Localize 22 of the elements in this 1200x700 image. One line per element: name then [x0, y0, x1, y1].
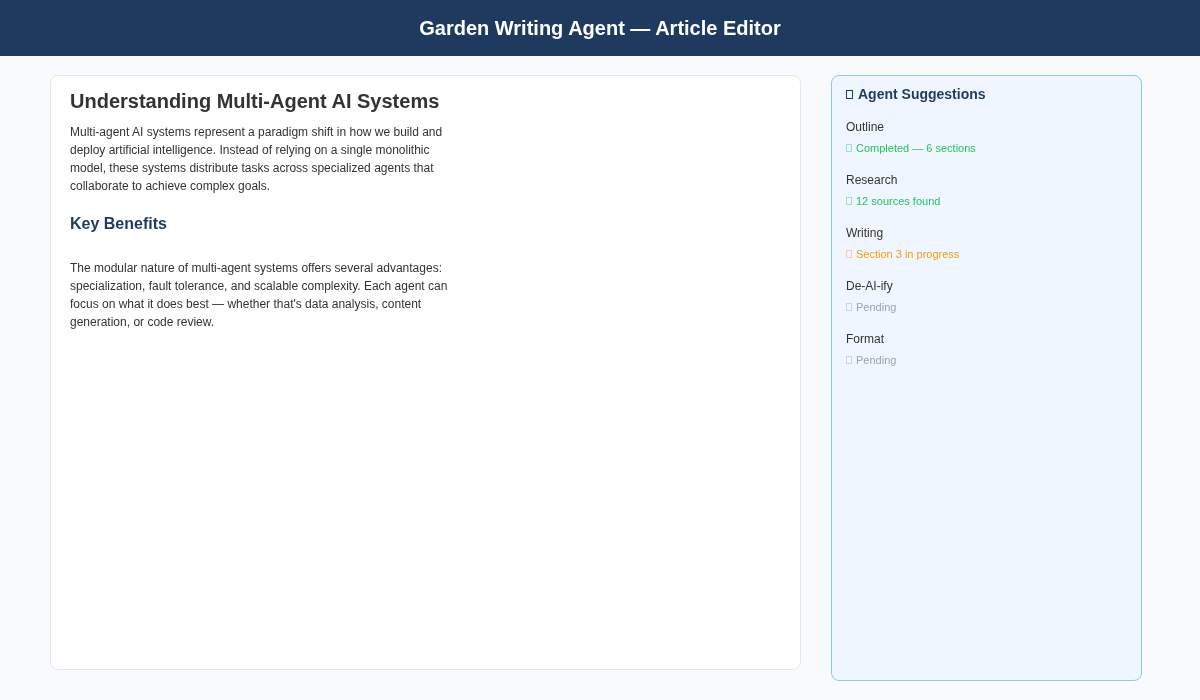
section-heading: Key Benefits [70, 215, 168, 233]
placeholder-glyph-icon [846, 197, 852, 205]
agent-status: Pending [856, 354, 897, 366]
article-paragraph: The modular nature of multi-agent systems offers several advantages: specialization, fault tolerance, and scalable complexity. Each agent can focus on what it does best — whether that's data analysis, content generation, or code review. [70, 260, 449, 331]
agent-status: Pending [856, 301, 897, 313]
agent-name: De-AI-ify [846, 279, 894, 293]
app-title: Garden Writing Agent — Article Editor [419, 16, 781, 40]
panel-title: Agent Suggestions [858, 86, 986, 102]
agent-status: 12 sources found [856, 195, 941, 207]
placeholder-glyph-icon [846, 250, 852, 258]
article-paragraph: Multi-agent AI systems represent a paradigm shift in how we build and deploy artificial intelligence. Instead of relying on a single monolithic model, these systems distribute tasks across specialized agents that collaborate to achieve complex goals. [70, 124, 444, 195]
agent-name: Format [846, 332, 885, 346]
placeholder-glyph-icon [846, 303, 852, 311]
agent-status: Section 3 in progress [856, 248, 960, 260]
agent-name: Writing [846, 226, 885, 240]
agent-name: Research [846, 173, 899, 187]
agent-status: Completed — 6 sections [856, 142, 976, 154]
agent-name: Outline [846, 120, 886, 134]
placeholder-glyph-icon [846, 144, 852, 152]
article-title: Understanding Multi-Agent AI Systems [70, 90, 441, 113]
placeholder-glyph-icon [846, 89, 853, 99]
placeholder-glyph-icon [846, 356, 852, 364]
